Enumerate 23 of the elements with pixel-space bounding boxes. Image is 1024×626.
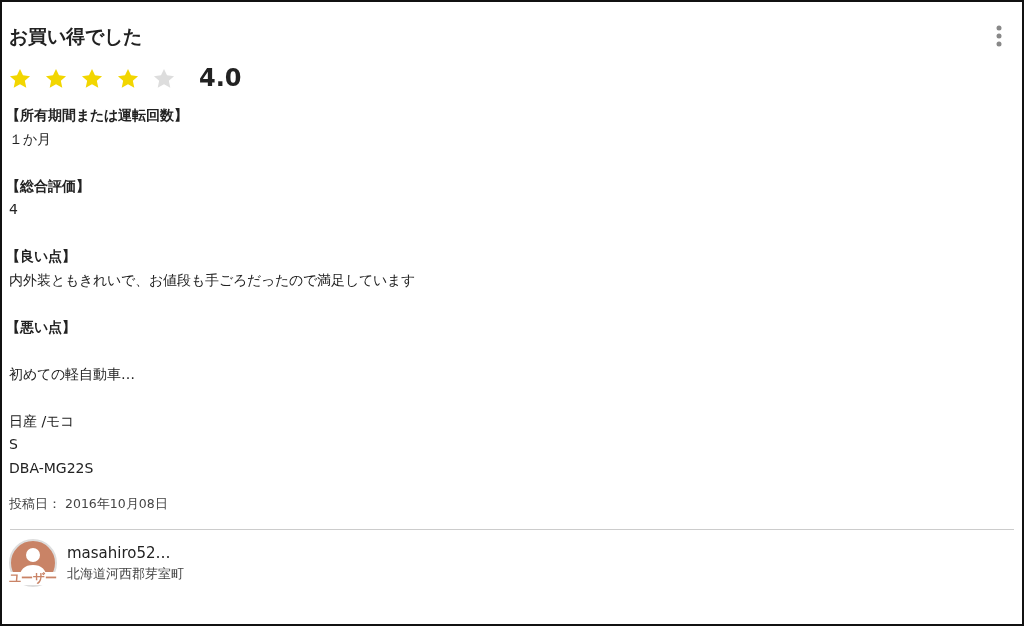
- more-icon[interactable]: [996, 25, 1002, 47]
- user-location: 北海道河西郡芽室町: [67, 564, 184, 583]
- star-icon: [45, 67, 67, 89]
- review-title: お買い得でした: [9, 24, 142, 49]
- post-date: 投稿日： 2016年10月08日: [9, 496, 169, 513]
- vehicle-info: DBA-MG22S: [9, 458, 95, 478]
- star-icon: [81, 67, 103, 89]
- section-heading: 【総合評価】: [6, 176, 91, 196]
- section-heading: 【悪い点】: [6, 317, 77, 337]
- star-icon: [9, 67, 31, 89]
- rating-value: 4.0: [199, 64, 242, 92]
- section-text: １か月: [9, 129, 52, 149]
- vehicle-info: S: [9, 435, 19, 454]
- section-heading: 【良い点】: [6, 247, 77, 266]
- review-summary: 初めての軽自動車…: [9, 364, 136, 384]
- star-icon: [153, 67, 175, 89]
- section-text: 4: [9, 200, 19, 219]
- vehicle-info: 日産 /モコ: [9, 411, 76, 431]
- section-text: 内外装ともきれいで、お値段も手ごろだったので満足しています: [9, 270, 416, 290]
- user-name[interactable]: masahiro52…: [67, 543, 184, 562]
- user-avatar: ユーザー: [9, 539, 57, 587]
- section-heading: 【所有期間または運転回数】: [6, 106, 189, 125]
- star-icon: [117, 67, 139, 89]
